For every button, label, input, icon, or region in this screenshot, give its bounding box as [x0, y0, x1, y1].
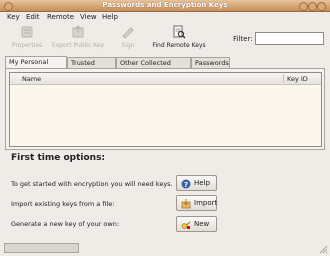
import-prompt-text: Import existing keys from a file: — [11, 200, 115, 208]
status-bar — [0, 240, 330, 256]
menu-remote[interactable]: Remote — [47, 13, 74, 21]
minimize-icon[interactable] — [299, 2, 308, 11]
app-window: Passwords and Encryption Keys Key Edit R… — [0, 0, 330, 256]
help-icon: ? — [181, 179, 191, 189]
sign-button[interactable]: Sign — [116, 24, 140, 54]
import-icon — [181, 199, 191, 209]
tab-panel: Name Key ID — [5, 68, 325, 150]
column-name[interactable]: Name — [22, 75, 41, 83]
svg-text:?: ? — [184, 181, 188, 189]
tab-passwords[interactable]: Passwords — [191, 57, 230, 68]
find-remote-label: Find Remote Keys — [152, 42, 206, 49]
resize-grip-icon[interactable] — [319, 245, 328, 254]
column-key-id[interactable]: Key ID — [287, 75, 308, 83]
export-label: Export Public Key — [51, 42, 105, 49]
close-icon[interactable] — [317, 2, 326, 11]
new-key-button-label: New — [194, 220, 210, 228]
filter-label: Filter: — [233, 35, 253, 43]
menu-edit[interactable]: Edit — [26, 13, 40, 21]
new-key-button[interactable]: New — [176, 216, 217, 232]
find-remote-keys-icon — [173, 25, 186, 39]
menu-view[interactable]: View — [80, 13, 97, 21]
help-button[interactable]: ? Help — [176, 175, 217, 191]
window-title: Passwords and Encryption Keys — [102, 1, 228, 9]
title-bar: Passwords and Encryption Keys — [0, 0, 330, 12]
menu-help[interactable]: Help — [102, 13, 118, 21]
menu-bar: Key Edit Remote View Help — [0, 12, 330, 23]
sign-label: Sign — [121, 42, 135, 49]
column-separator — [283, 74, 284, 83]
maximize-icon[interactable] — [308, 2, 317, 11]
tab-trusted-keys[interactable]: Trusted Keys — [67, 57, 116, 78]
key-list[interactable]: Name Key ID — [9, 72, 322, 147]
key-list-header: Name Key ID — [10, 73, 321, 85]
progress-bar — [4, 243, 79, 253]
find-remote-keys-button[interactable]: Find Remote Keys — [148, 24, 210, 54]
new-key-icon — [181, 221, 191, 230]
tab-strip: My Personal Keys Trusted Keys Other Coll… — [5, 56, 325, 78]
tab-other-collected-keys[interactable]: Other Collected Keys — [116, 57, 191, 78]
properties-button[interactable]: Properties — [8, 24, 46, 54]
help-prompt-text: To get started with encryption you will … — [11, 180, 173, 188]
export-icon — [72, 25, 84, 38]
properties-icon — [21, 26, 33, 38]
help-button-label: Help — [194, 179, 210, 187]
import-button[interactable]: Import — [176, 195, 217, 211]
properties-label: Properties — [11, 42, 43, 49]
sign-icon — [122, 27, 134, 39]
filter-input[interactable] — [255, 32, 324, 45]
first-time-title: First time options: — [11, 153, 106, 163]
import-button-label: Import — [194, 199, 218, 207]
new-key-prompt-text: Generate a new key of your own: — [11, 220, 120, 228]
menu-key[interactable]: Key — [7, 13, 20, 21]
export-public-key-button[interactable]: Export Public Key — [49, 24, 107, 54]
